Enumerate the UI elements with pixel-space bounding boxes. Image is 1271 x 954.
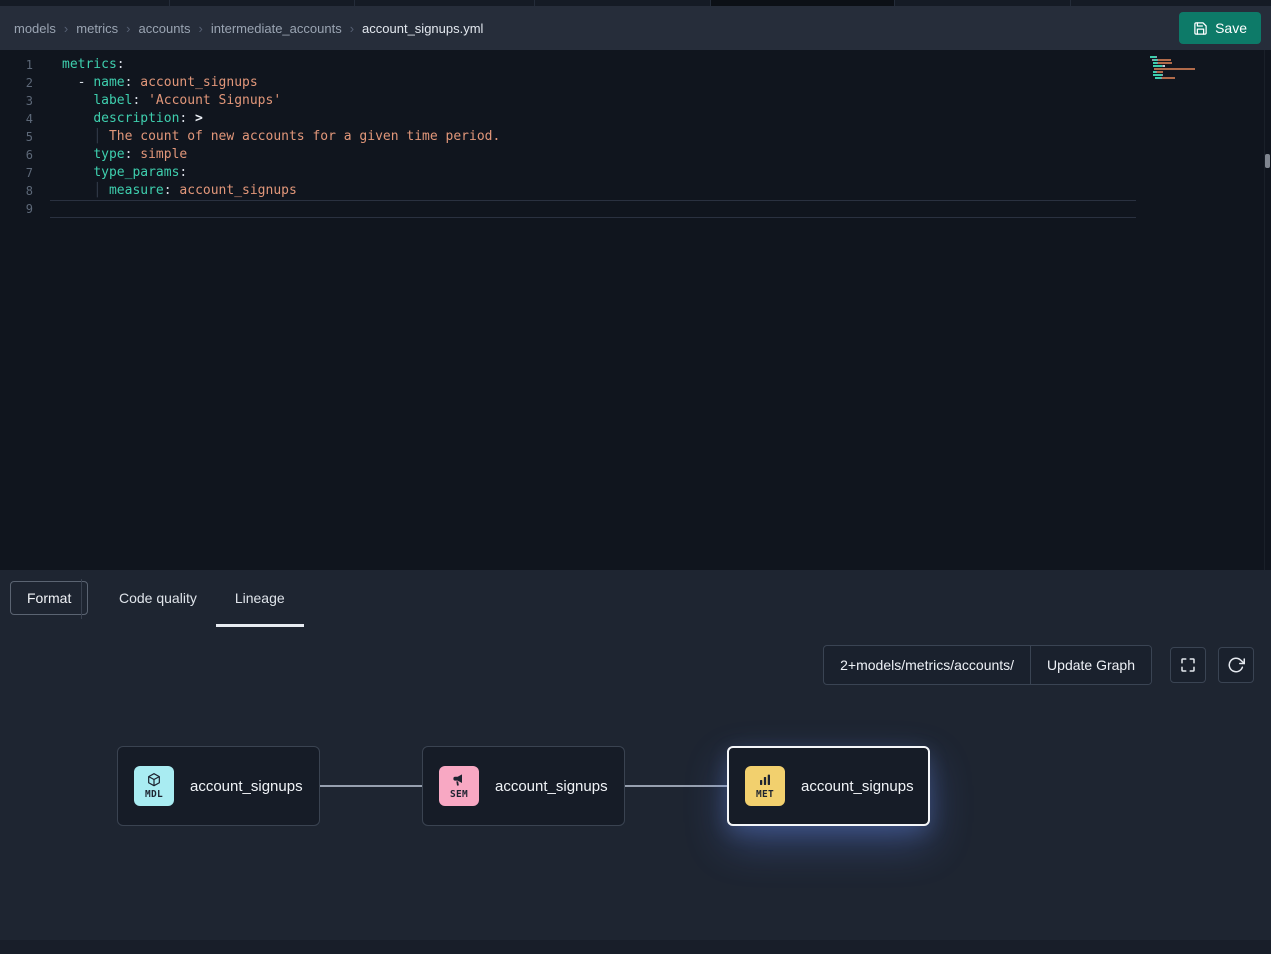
- lineage-node[interactable]: MDL account_signups: [117, 746, 320, 826]
- node-type-label: MET: [756, 789, 774, 800]
- bar-chart-icon: [757, 772, 773, 788]
- breadcrumb-item[interactable]: intermediate_accounts: [211, 21, 342, 36]
- bottom-strip: [0, 940, 1271, 954]
- breadcrumb-item[interactable]: account_signups.yml: [362, 21, 483, 36]
- lineage-selector-group: 2+models/metrics/accounts/ Update Graph: [823, 645, 1152, 685]
- save-button-label: Save: [1215, 20, 1247, 36]
- node-label: account_signups: [495, 778, 608, 795]
- editor-scrollbar[interactable]: [1264, 50, 1271, 570]
- line-number: 5: [0, 128, 50, 146]
- line-number: 1: [0, 56, 50, 74]
- line-number: 8: [0, 182, 50, 200]
- code-line[interactable]: │ The count of new accounts for a given …: [50, 128, 1201, 146]
- code-content[interactable]: metrics: - name: account_signups label: …: [50, 50, 1201, 218]
- refresh-icon: [1227, 656, 1245, 674]
- lineage-node[interactable]: SEM account_signups: [422, 746, 625, 826]
- breadcrumb: models › metrics › accounts › intermediate_acc…: [14, 21, 1179, 36]
- chevron-right-icon: ›: [199, 21, 203, 36]
- chevron-right-icon: ›: [126, 21, 130, 36]
- refresh-button[interactable]: [1218, 647, 1254, 683]
- node-type-badge: MDL: [134, 766, 174, 806]
- cube-icon: [146, 772, 162, 788]
- ide-screen: models › metrics › accounts › intermediate_acc…: [0, 0, 1271, 954]
- line-number: 9: [0, 200, 50, 218]
- save-icon: [1193, 21, 1208, 36]
- fullscreen-button[interactable]: [1170, 647, 1206, 683]
- code-line[interactable]: type: simple: [50, 146, 1201, 164]
- line-number: 2: [0, 74, 50, 92]
- line-number: 7: [0, 164, 50, 182]
- bottom-panel: Format Code qualityLineage MDL account_s…: [0, 570, 1271, 954]
- line-number-gutter: 123456789: [0, 50, 50, 218]
- lineage-edge: [320, 785, 422, 787]
- breadcrumb-item[interactable]: models: [14, 21, 56, 36]
- lineage-selector-input[interactable]: 2+models/metrics/accounts/: [824, 646, 1030, 684]
- node-type-badge: SEM: [439, 766, 479, 806]
- code-line[interactable]: label: 'Account Signups': [50, 92, 1201, 110]
- chevron-right-icon: ›: [64, 21, 68, 36]
- scrollbar-thumb[interactable]: [1265, 154, 1270, 168]
- megaphone-icon: [451, 772, 467, 788]
- chevron-right-icon: ›: [350, 21, 354, 36]
- lineage-node[interactable]: MET account_signups: [727, 746, 930, 826]
- line-number: 4: [0, 110, 50, 128]
- code-line[interactable]: metrics:: [50, 56, 1201, 74]
- node-type-label: SEM: [450, 789, 468, 800]
- line-number: 3: [0, 92, 50, 110]
- lineage-edge: [625, 785, 727, 787]
- lineage-graph[interactable]: MDL account_signups SEM account_signups …: [0, 570, 1271, 954]
- line-number: 6: [0, 146, 50, 164]
- node-type-badge: MET: [745, 766, 785, 806]
- node-type-label: MDL: [145, 789, 163, 800]
- code-line[interactable]: │ measure: account_signups: [50, 182, 1201, 200]
- minimap[interactable]: [1150, 56, 1212, 83]
- node-label: account_signups: [801, 778, 914, 795]
- save-button[interactable]: Save: [1179, 12, 1261, 44]
- breadcrumb-item[interactable]: metrics: [76, 21, 118, 36]
- lineage-toolbar: 2+models/metrics/accounts/ Update Graph: [823, 645, 1254, 685]
- breadcrumb-item[interactable]: accounts: [139, 21, 191, 36]
- code-line[interactable]: description: >: [50, 110, 1201, 128]
- fullscreen-icon: [1179, 656, 1197, 674]
- node-label: account_signups: [190, 778, 303, 795]
- code-line[interactable]: type_params:: [50, 164, 1201, 182]
- code-line[interactable]: - name: account_signups: [50, 74, 1201, 92]
- code-editor[interactable]: 123456789 metrics: - name: account_signu…: [0, 50, 1271, 570]
- code-line-current[interactable]: [50, 200, 1136, 218]
- update-graph-button[interactable]: Update Graph: [1030, 646, 1151, 684]
- breadcrumb-bar: models › metrics › accounts › intermediate_acc…: [0, 6, 1271, 50]
